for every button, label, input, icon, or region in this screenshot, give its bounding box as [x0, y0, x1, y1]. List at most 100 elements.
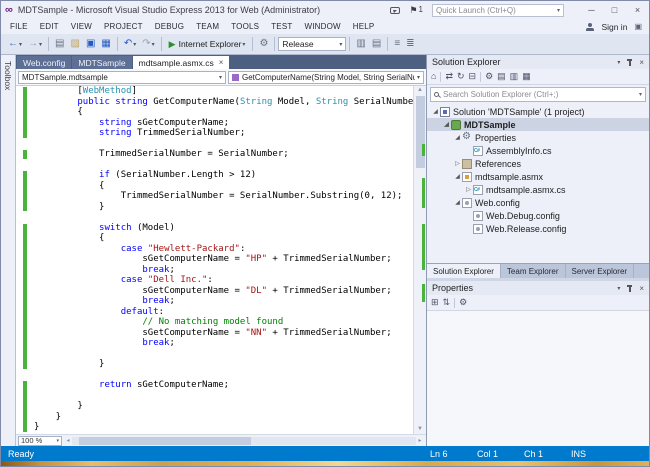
tree-item-web-config[interactable]: ◢Web.config: [427, 196, 649, 209]
close-button[interactable]: ×: [626, 1, 649, 19]
scroll-up-icon[interactable]: ▲: [417, 86, 423, 95]
minimize-button[interactable]: ─: [580, 1, 603, 19]
redo-button[interactable]: ↷▾: [139, 38, 157, 50]
save-all-button[interactable]: ▦: [98, 38, 113, 50]
home-icon[interactable]: ⌂: [431, 72, 436, 81]
editor-horizontal-scrollbar[interactable]: ◂ ▸: [64, 435, 424, 446]
scrollbar-track[interactable]: [72, 437, 416, 445]
uncomment-button[interactable]: ▤: [369, 38, 384, 50]
code-editor[interactable]: [WebMethod] public string GetComputerNam…: [16, 86, 426, 434]
tree-item-properties[interactable]: ◢Properties: [427, 131, 649, 144]
indent-decrease-button[interactable]: ≡: [391, 38, 403, 50]
solution-explorer-search-box[interactable]: Search Solution Explorer (Ctrl+;) ▾: [430, 87, 646, 102]
properties-icon[interactable]: ⚙: [485, 72, 493, 81]
undo-button[interactable]: ↶▾: [121, 38, 139, 50]
view-code-icon[interactable]: ▥: [510, 72, 519, 81]
pin-icon[interactable]: [626, 58, 633, 67]
menu-project[interactable]: PROJECT: [98, 22, 149, 31]
scroll-left-icon[interactable]: ◂: [64, 437, 72, 444]
collapsed-arrow-icon[interactable]: ▷: [453, 160, 462, 167]
window-position-icon[interactable]: ▾: [617, 285, 620, 292]
chevron-down-icon[interactable]: ▾: [56, 438, 59, 444]
scrollbar-thumb[interactable]: [79, 437, 251, 445]
panel-tab-server-explorer[interactable]: Server Explorer: [566, 264, 635, 278]
indent-increase-button[interactable]: ≣: [403, 38, 417, 50]
expanded-arrow-icon[interactable]: ◢: [453, 199, 462, 206]
type-dropdown[interactable]: MDTSample.mdtsample ▾: [18, 71, 226, 84]
menu-edit[interactable]: EDIT: [34, 22, 65, 31]
chevron-down-icon[interactable]: ▾: [557, 7, 560, 14]
editor-vertical-scrollbar[interactable]: ▲ ▼: [413, 86, 426, 434]
close-pane-icon[interactable]: ×: [639, 58, 644, 67]
menu-tools[interactable]: TOOLS: [225, 22, 265, 31]
open-file-button[interactable]: ▨: [67, 38, 82, 50]
close-tab-icon[interactable]: ×: [219, 58, 224, 67]
window-position-icon[interactable]: ▾: [617, 59, 620, 66]
undo-icon: ↶: [124, 39, 132, 49]
expanded-arrow-icon[interactable]: ◢: [442, 121, 451, 128]
scroll-right-icon[interactable]: ▸: [416, 437, 424, 444]
tree-item-mdtsample-asmx[interactable]: ◢mdtsample.asmx: [427, 170, 649, 183]
property-pages-icon[interactable]: ⚙: [459, 298, 467, 307]
start-debug-button[interactable]: ▶Internet Explorer▾: [165, 38, 250, 51]
tab-web-config[interactable]: Web.config: [17, 56, 71, 69]
menu-file[interactable]: FILE: [4, 22, 34, 31]
menu-team[interactable]: TEAM: [190, 22, 225, 31]
tree-item-solution-mdtsample-1-project[interactable]: ◢Solution 'MDTSample' (1 project): [427, 105, 649, 118]
chevron-down-icon[interactable]: ▾: [639, 91, 642, 98]
scrollbar-thumb[interactable]: [416, 96, 425, 168]
status-insert-mode: INS: [567, 449, 607, 459]
panel-tab-team-explorer[interactable]: Team Explorer: [501, 264, 566, 278]
menu-debug[interactable]: DEBUG: [149, 22, 190, 31]
toolbox-tab[interactable]: Toolbox: [1, 55, 16, 446]
feedback-icon[interactable]: ▣: [634, 22, 642, 31]
show-all-files-icon[interactable]: ▤: [497, 72, 506, 81]
tree-item-web-release-config[interactable]: Web.Release.config: [427, 222, 649, 235]
toolbar-separator: [48, 37, 49, 51]
collapse-all-icon[interactable]: ⊟: [469, 72, 477, 81]
refresh-icon[interactable]: ↻: [457, 72, 465, 81]
menu-view[interactable]: VIEW: [65, 22, 98, 31]
menu-help[interactable]: HELP: [347, 22, 381, 31]
sign-in-link[interactable]: Sign in: [601, 22, 627, 32]
scroll-down-icon[interactable]: ▼: [417, 425, 423, 434]
expanded-arrow-icon[interactable]: ◢: [431, 108, 440, 115]
quick-launch-box[interactable]: Quick Launch (Ctrl+Q) ▾: [432, 4, 564, 17]
tab-mdtsample-asmx-cs[interactable]: mdtsample.asmx.cs×: [133, 56, 230, 69]
feedback-bubble-icon[interactable]: [390, 7, 400, 14]
alphabetical-icon[interactable]: ⇅: [443, 298, 451, 307]
expanded-arrow-icon[interactable]: ◢: [453, 173, 462, 180]
comment-button[interactable]: ▥: [353, 38, 368, 50]
new-file-button[interactable]: ▤: [52, 38, 67, 50]
categorized-icon[interactable]: ⊞: [431, 298, 439, 307]
notifications-flag-icon[interactable]: ⚑1: [409, 5, 423, 16]
chevron-down-icon[interactable]: ▾: [417, 74, 420, 81]
attach-to-process-button[interactable]: ⚙: [256, 38, 271, 50]
member-dropdown[interactable]: GetComputerName(String Model, String Ser…: [228, 71, 424, 84]
tree-item-web-debug-config[interactable]: Web.Debug.config: [427, 209, 649, 222]
pin-icon[interactable]: [626, 284, 633, 293]
maximize-button[interactable]: □: [603, 1, 626, 19]
tab-mdtsample[interactable]: MDTSample: [72, 56, 131, 69]
chevron-down-icon[interactable]: ▾: [219, 74, 222, 81]
expanded-arrow-icon[interactable]: ◢: [453, 134, 462, 141]
panel-tab-solution-explorer[interactable]: Solution Explorer: [427, 264, 501, 278]
chevron-down-icon[interactable]: ▾: [242, 41, 245, 48]
save-button[interactable]: ▣: [83, 38, 98, 50]
tree-item-assemblyinfo-cs[interactable]: AssemblyInfo.cs: [427, 144, 649, 157]
tree-item-references[interactable]: ▷References: [427, 157, 649, 170]
preview-selected-item-icon[interactable]: ▦: [522, 72, 531, 81]
chevron-down-icon[interactable]: ▾: [339, 41, 342, 48]
sync-with-active-document-icon[interactable]: ⇄: [445, 72, 453, 81]
zoom-dropdown[interactable]: 100 % ▾: [18, 436, 62, 446]
nav-back-button[interactable]: ←▾: [5, 38, 25, 50]
tree-item-mdtsample-asmx-cs[interactable]: ▷mdtsample.asmx.cs: [427, 183, 649, 196]
collapsed-arrow-icon[interactable]: ▷: [464, 186, 473, 193]
menu-window[interactable]: WINDOW: [298, 22, 346, 31]
menu-test[interactable]: TEST: [265, 22, 298, 31]
nav-forward-button[interactable]: →▾: [25, 38, 45, 50]
close-pane-icon[interactable]: ×: [639, 284, 644, 293]
tree-item-mdtsample[interactable]: ◢MDTSample: [427, 118, 649, 131]
solution-configuration-dropdown[interactable]: Release▾: [278, 37, 346, 51]
change-mark: [422, 224, 425, 270]
